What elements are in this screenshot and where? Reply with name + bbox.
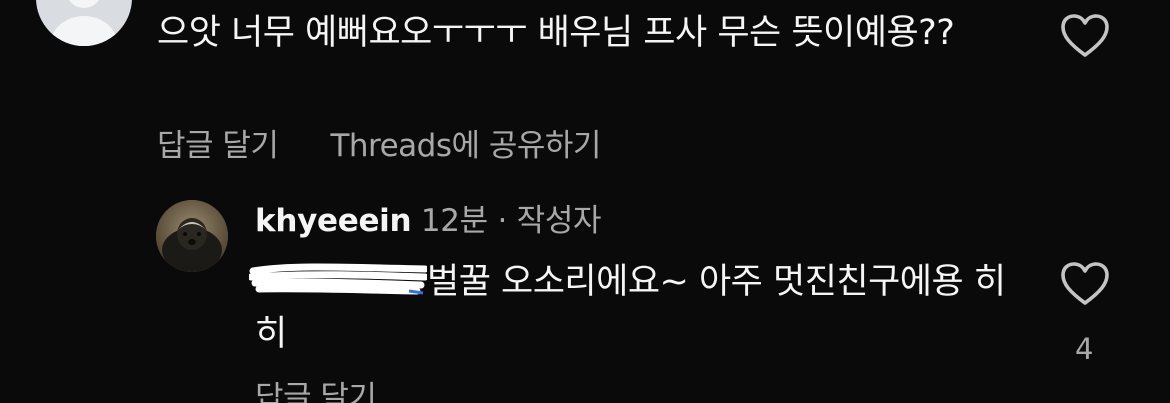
username-link[interactable]: khyeeein — [255, 203, 412, 239]
reply-heart-outline-icon[interactable] — [1060, 261, 1110, 307]
honey-badger-avatar-image — [156, 200, 228, 272]
reply-actions: 답글 달기 — [255, 372, 377, 403]
reply-header: khyeeein 12분 · 작성자 — [255, 200, 602, 242]
redaction-scribble — [249, 263, 427, 295]
avatar-head-shape — [66, 0, 102, 8]
avatar[interactable] — [36, 0, 132, 46]
reply-text-block: 벌꿀 오소리에요~ 아주 멋진친구에용 히히 — [249, 256, 1015, 360]
reply-button[interactable]: 답글 달기 — [157, 120, 279, 165]
meta-separator: · — [497, 203, 508, 239]
comment-thread: 으앗 너무 예뻐요오ㅜㅜㅜ 배우님 프사 무슨 뜻이예용?? 답글 달기 Thr… — [0, 0, 1170, 403]
share-to-threads-button[interactable]: Threads에 공유하기 — [330, 120, 601, 165]
reply-time: 12분 — [420, 203, 488, 239]
heart-icon-svg — [1061, 14, 1109, 57]
comment-actions: 답글 달기 Threads에 공유하기 — [157, 120, 601, 165]
heart-outline-icon[interactable] — [1060, 13, 1110, 59]
author-badge: 작성자 — [516, 203, 602, 239]
comment-text: 으앗 너무 예뻐요오ㅜㅜㅜ 배우님 프사 무슨 뜻이예용?? — [157, 13, 955, 53]
like-count: 4 — [1075, 332, 1094, 366]
avatar-body-shape — [50, 16, 118, 46]
reply-to-reply-button[interactable]: 답글 달기 — [255, 380, 377, 403]
heart-icon-svg — [1061, 262, 1109, 305]
reply-avatar[interactable] — [156, 200, 228, 272]
redacted-mention[interactable] — [249, 259, 427, 299]
